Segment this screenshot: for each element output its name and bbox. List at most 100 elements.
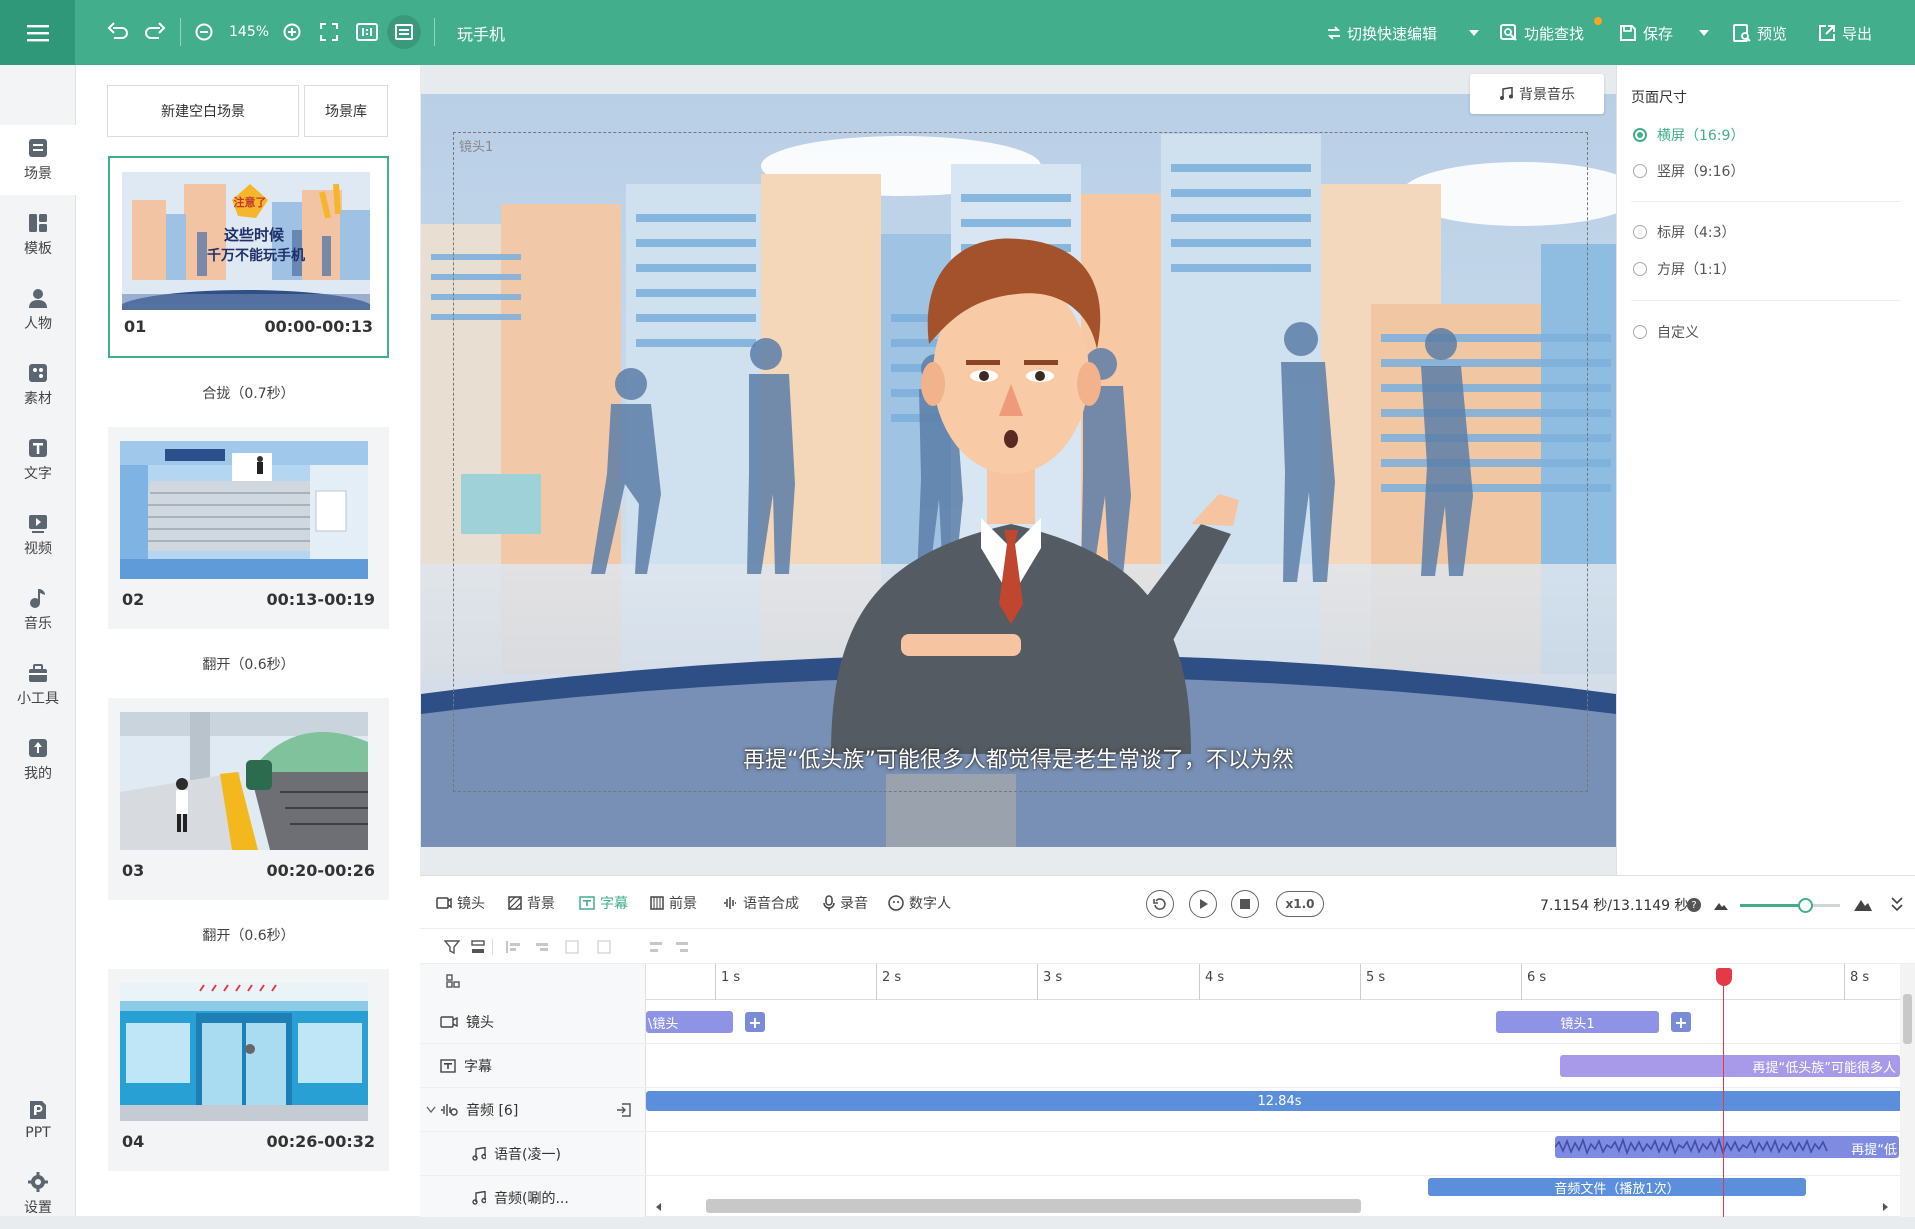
- track-label-sound[interactable]: 音频(唰的...: [472, 1188, 569, 1208]
- scroll-left-icon[interactable]: [654, 1202, 662, 1212]
- tab-digital-human[interactable]: 数字人: [888, 893, 951, 913]
- tab-foreground[interactable]: 前景: [650, 893, 697, 913]
- radio-custom[interactable]: 自定义: [1633, 322, 1699, 342]
- scene-icon: [29, 139, 47, 157]
- voice-clip[interactable]: 再提“低: [1555, 1136, 1899, 1158]
- add-shot-button[interactable]: +: [745, 1012, 765, 1032]
- track-layout-icon[interactable]: [446, 974, 460, 988]
- project-title[interactable]: 玩手机: [457, 21, 505, 45]
- feature-search-button[interactable]: 功能查找: [1500, 20, 1584, 46]
- nav-item-mine[interactable]: 我的: [0, 725, 76, 795]
- nav-item-template[interactable]: 模板: [0, 200, 76, 270]
- timeline-zoom-slider[interactable]: [1798, 898, 1813, 913]
- tab-tts[interactable]: 语音合成: [722, 893, 799, 913]
- ungroup-icon[interactable]: [616, 1102, 632, 1118]
- new-blank-scene-button[interactable]: 新建空白场景: [107, 85, 299, 137]
- digital-human-icon: [888, 895, 904, 911]
- subtitle-text[interactable]: 再提“低头族”可能很多人都觉得是老生常谈了，不以为然: [421, 742, 1616, 774]
- timeline-vscroll-thumb[interactable]: [1903, 994, 1912, 1044]
- track-label-voice[interactable]: 语音(凌一): [472, 1144, 561, 1164]
- align-tools-icon[interactable]: [506, 939, 624, 955]
- timeline-vscrollbar[interactable]: [1900, 964, 1915, 1217]
- save-button[interactable]: 保存: [1619, 20, 1673, 46]
- radio-standard[interactable]: 标屏（4:3）: [1633, 222, 1736, 242]
- scene-library-button[interactable]: 场景库: [304, 85, 388, 137]
- tab-background[interactable]: 背景: [508, 893, 555, 913]
- safe-frame-toggle[interactable]: [387, 15, 421, 49]
- shot-clip[interactable]: 镜头1: [1496, 1011, 1659, 1033]
- play-button[interactable]: [1189, 890, 1217, 918]
- shot-clip[interactable]: \镜头: [646, 1011, 733, 1033]
- nav-item-person[interactable]: 人物: [0, 275, 76, 345]
- radio-portrait[interactable]: 竖屏（9:16）: [1633, 161, 1744, 181]
- timeline-hscrollbar[interactable]: [706, 1199, 1361, 1213]
- scene-card-04[interactable]: 04 00:26-00:32: [108, 969, 389, 1171]
- layer-filter-icon[interactable]: [470, 939, 486, 955]
- transition-label[interactable]: 合拢（0.7秒）: [108, 383, 389, 403]
- quick-edit-toggle[interactable]: 切换快速编辑: [1327, 20, 1437, 46]
- scroll-right-icon[interactable]: [1882, 1202, 1890, 1212]
- track-label-shot[interactable]: 镜头: [440, 1012, 494, 1032]
- nav-item-toolbox[interactable]: 小工具: [0, 650, 76, 720]
- nav-label: 模板: [24, 241, 52, 257]
- shot-frame[interactable]: [453, 132, 1588, 792]
- tab-record[interactable]: 录音: [823, 893, 868, 913]
- nav-item-material[interactable]: 素材: [0, 350, 76, 420]
- sound-clip[interactable]: 音频文件（播放1次）: [1428, 1178, 1806, 1196]
- top-toolbar: 145% 玩手机 切换快速编辑 功能查找 保存 预览 导出: [0, 0, 1915, 65]
- stop-button[interactable]: [1231, 890, 1259, 918]
- export-button[interactable]: 导出: [1818, 20, 1872, 46]
- redo-button[interactable]: [141, 18, 169, 46]
- nav-item-text[interactable]: 文字: [0, 425, 76, 495]
- zoom-in-timeline-icon[interactable]: [1854, 897, 1872, 911]
- tab-subtitle[interactable]: 字幕: [579, 893, 628, 913]
- tick-line: [1037, 964, 1038, 1000]
- nav-item-settings[interactable]: 设置: [0, 1159, 76, 1229]
- radio-landscape[interactable]: 横屏（16:9）: [1633, 125, 1744, 145]
- zoom-in-button[interactable]: [278, 18, 306, 46]
- quick-edit-dropdown[interactable]: [1468, 20, 1480, 46]
- chevron-down-icon[interactable]: [426, 1106, 436, 1114]
- preview-canvas[interactable]: 镜头1 再提“低头族”可能很多人都觉得是老生常谈了，不以为然: [421, 94, 1616, 847]
- zoom-out-timeline-icon[interactable]: [1714, 900, 1728, 910]
- background-music-button[interactable]: 背景音乐: [1470, 74, 1604, 114]
- nav-item-scene[interactable]: 场景: [0, 125, 76, 195]
- replay-button[interactable]: [1146, 890, 1174, 918]
- scene-card-01[interactable]: 注意了 这些时候 千万不能玩手机 01 00:00-00:13: [108, 156, 389, 358]
- hamburger-menu-button[interactable]: [0, 0, 75, 65]
- nav-item-music[interactable]: 音乐: [0, 575, 76, 645]
- preview-button[interactable]: 预览: [1733, 20, 1787, 46]
- tick-label: 2 s: [882, 970, 902, 985]
- transition-label[interactable]: 翻开（0.6秒）: [108, 654, 389, 674]
- track-label-text: 字幕: [464, 1059, 492, 1075]
- playhead-handle[interactable]: [1716, 968, 1732, 986]
- undo-button[interactable]: [104, 18, 132, 46]
- track-label-subtitle[interactable]: 字幕: [440, 1056, 492, 1076]
- filter-icon[interactable]: [444, 939, 460, 955]
- radio-label: 横屏（16:9）: [1657, 128, 1745, 144]
- actual-size-button[interactable]: [353, 18, 381, 46]
- fullscreen-button[interactable]: [315, 18, 343, 46]
- add-shot-button[interactable]: +: [1671, 1012, 1691, 1032]
- microphone-icon: [823, 895, 835, 911]
- scene-card-02[interactable]: 02 00:13-00:19: [108, 427, 389, 629]
- nav-item-ppt[interactable]: PPT: [0, 1085, 76, 1155]
- subtitle-clip[interactable]: 再提“低头族”可能很多人: [1560, 1055, 1900, 1077]
- scene-card-03[interactable]: 03 00:20-00:26: [108, 698, 389, 900]
- playback-speed-button[interactable]: x1.0: [1276, 891, 1324, 917]
- radio-label: 自定义: [1657, 325, 1699, 341]
- collapse-panel-icon[interactable]: [1890, 896, 1904, 912]
- radio-square[interactable]: 方屏（1:1）: [1633, 259, 1736, 279]
- track-label-audio[interactable]: 音频 [6]: [440, 1100, 518, 1120]
- save-dropdown[interactable]: [1698, 20, 1710, 46]
- help-icon[interactable]: ?: [1687, 898, 1701, 912]
- distribute-tools-icon[interactable]: [650, 939, 690, 955]
- zoom-out-button[interactable]: [190, 18, 218, 46]
- scene-number: 03: [122, 861, 145, 880]
- tick-line: [876, 964, 877, 1000]
- tab-shot[interactable]: 镜头: [436, 893, 485, 913]
- track-label-text: 音频 [6]: [466, 1103, 519, 1119]
- nav-item-video[interactable]: 视频: [0, 500, 76, 570]
- tick-label: 6 s: [1527, 970, 1547, 985]
- transition-label[interactable]: 翻开（0.6秒）: [108, 925, 389, 945]
